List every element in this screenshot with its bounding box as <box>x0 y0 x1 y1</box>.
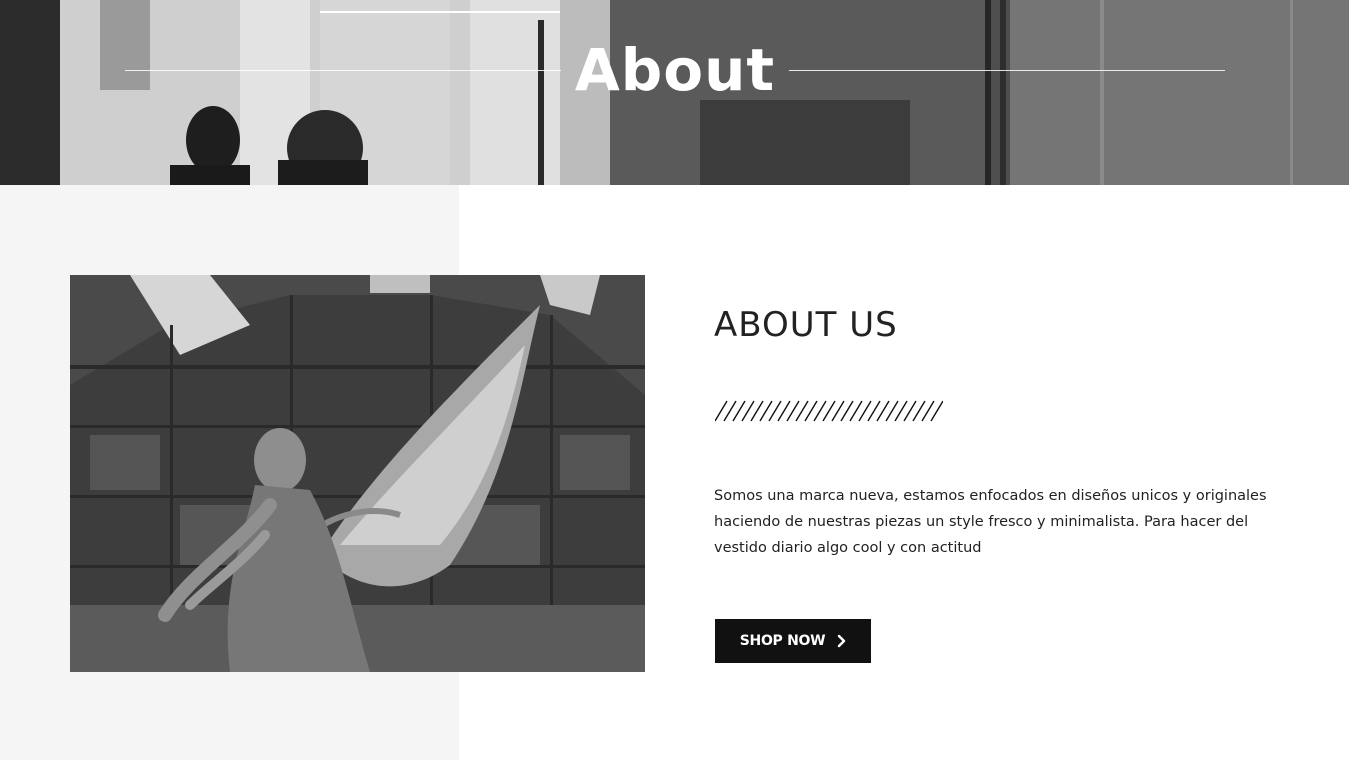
about-heading: ABOUT US <box>714 305 898 345</box>
decorative-hatch-divider <box>715 400 943 422</box>
chevron-right-icon <box>837 634 846 648</box>
about-section: ABOUT US Somos una marca nueva, estamos … <box>0 185 1349 760</box>
about-description: Somos una marca nueva, estamos enfocados… <box>714 488 1267 556</box>
hero-divider-right <box>789 69 1225 71</box>
page-title: About <box>574 36 776 104</box>
shop-now-button[interactable]: SHOP NOW <box>715 619 871 663</box>
angel-statue-photo <box>70 275 645 672</box>
hero-title-row: About <box>125 34 1225 106</box>
hero-divider-left <box>125 69 561 71</box>
page-hero-banner: About <box>0 0 1349 185</box>
shop-now-label: SHOP NOW <box>739 633 826 649</box>
